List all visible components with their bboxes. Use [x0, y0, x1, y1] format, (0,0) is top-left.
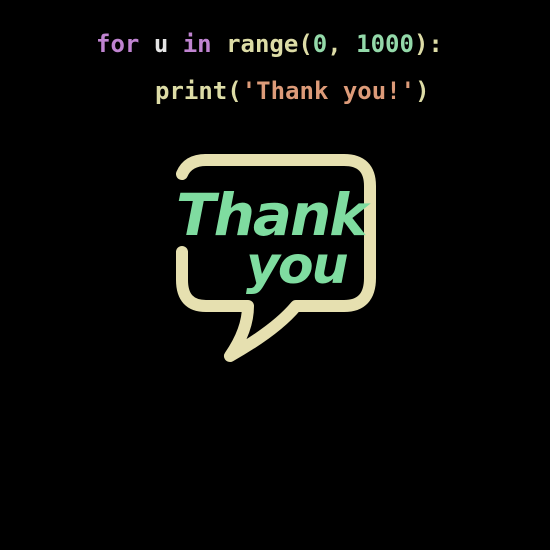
open-paren: (	[298, 30, 313, 58]
keyword-in: in	[182, 30, 212, 58]
keyword-for: for	[96, 30, 140, 58]
function-range: range	[226, 30, 299, 58]
range-start: 0	[312, 30, 328, 58]
thank-you-bubble: Thank you	[166, 152, 382, 372]
close-paren-colon: ):	[413, 30, 443, 58]
comma: ,	[327, 30, 357, 58]
code-line-loop: for u in range(0, 1000):	[96, 29, 443, 59]
loop-variable: u	[153, 30, 169, 58]
close-paren: )	[415, 77, 430, 105]
string-literal: 'Thank you!'	[241, 77, 416, 105]
open-paren: (	[227, 77, 242, 105]
canvas: for u in range(0, 1000): print('Thank yo…	[0, 0, 550, 550]
function-print: print	[155, 77, 228, 105]
range-end: 1000	[356, 30, 414, 58]
code-line-print: print('Thank you!')	[155, 76, 430, 106]
you-text: you	[246, 236, 349, 296]
